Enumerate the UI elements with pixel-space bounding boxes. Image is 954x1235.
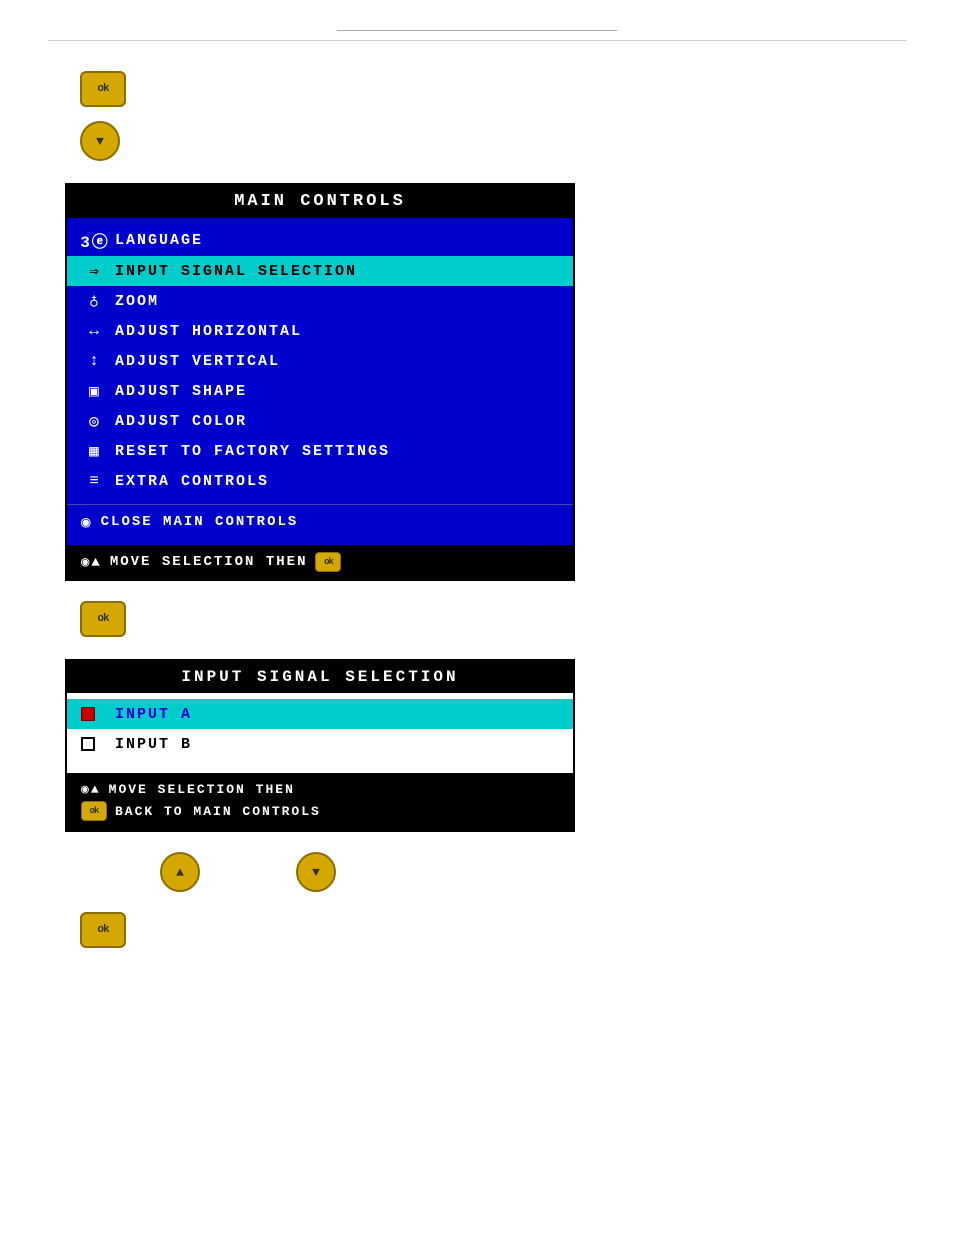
close-main-controls-row[interactable]: ◉ CLOSE MAIN CONTROLS bbox=[67, 504, 573, 539]
reset-label: RESET TO FACTORY SETTINGS bbox=[115, 443, 559, 460]
input-signal-label: INPUT SIGNAL SELECTION bbox=[115, 263, 559, 280]
menu-divider bbox=[67, 496, 573, 504]
menu-item-input-signal[interactable]: ⇒ INPUT SIGNAL SELECTION bbox=[67, 256, 573, 286]
outline-square-icon bbox=[81, 737, 95, 751]
submenu-spacer bbox=[67, 759, 573, 767]
language-icon: 3ⓔ bbox=[81, 228, 109, 252]
ok-button-2[interactable]: ok bbox=[80, 601, 126, 637]
submenu-footer-row1: ◉▲ MOVE SELECTION THEN bbox=[81, 780, 559, 799]
menu-item-reset[interactable]: ▦ RESET TO FACTORY SETTINGS bbox=[67, 436, 573, 466]
ok-button-1[interactable]: ok bbox=[80, 71, 126, 107]
adjust-h-icon: ↔ bbox=[81, 322, 109, 340]
footer-move-label: MOVE SELECTION THEN bbox=[110, 554, 308, 570]
menu-item-adjust-color[interactable]: ◎ ADJUST COLOR bbox=[67, 406, 573, 436]
input-a-label: INPUT A bbox=[115, 706, 192, 723]
submenu-footer-ok-icon: ok bbox=[81, 801, 107, 821]
zoom-icon: ♁ bbox=[81, 291, 109, 311]
red-square-icon bbox=[81, 707, 95, 721]
adjust-h-label: ADJUST HORIZONTAL bbox=[115, 323, 559, 340]
input-signal-icon: ⇒ bbox=[81, 261, 109, 281]
nav-icon-footer: ◉▲ bbox=[81, 554, 102, 571]
adjust-shape-label: ADJUST SHAPE bbox=[115, 383, 559, 400]
zoom-label: ZOOM bbox=[115, 293, 559, 310]
footer-ok-icon: ok bbox=[315, 552, 341, 572]
main-controls-title: MAIN CONTROLS bbox=[67, 185, 573, 218]
adjust-color-icon: ◎ bbox=[81, 411, 109, 431]
menu-item-adjust-shape[interactable]: ▣ ADJUST SHAPE bbox=[67, 376, 573, 406]
input-a-icon bbox=[81, 707, 107, 721]
up-arrow-button[interactable]: ▲ bbox=[160, 852, 200, 892]
submenu-items: INPUT A INPUT B bbox=[67, 693, 573, 773]
submenu-item-input-a[interactable]: INPUT A bbox=[67, 699, 573, 729]
extra-label: EXTRA CONTROLS bbox=[115, 473, 559, 490]
adjust-shape-icon: ▣ bbox=[81, 381, 109, 401]
submenu-footer-row2: ok BACK TO MAIN CONTROLS bbox=[81, 799, 559, 823]
menu-item-zoom[interactable]: ♁ ZOOM bbox=[67, 286, 573, 316]
main-controls-menu: MAIN CONTROLS 3ⓔ LANGUAGE ⇒ INPUT SIGNAL… bbox=[65, 183, 575, 581]
down-arrow-button-2[interactable]: ▼ bbox=[296, 852, 336, 892]
down-arrow-icon-1: ▼ bbox=[96, 134, 104, 149]
language-label: LANGUAGE bbox=[115, 232, 559, 249]
input-b-icon bbox=[81, 737, 107, 751]
top-decorative-line bbox=[0, 0, 954, 36]
ok-button-3[interactable]: ok bbox=[80, 912, 126, 948]
input-b-label: INPUT B bbox=[115, 736, 192, 753]
main-menu-items: 3ⓔ LANGUAGE ⇒ INPUT SIGNAL SELECTION ♁ Z… bbox=[67, 218, 573, 545]
menu-item-adjust-h[interactable]: ↔ ADJUST HORIZONTAL bbox=[67, 316, 573, 346]
reset-icon: ▦ bbox=[81, 441, 109, 461]
up-arrow-icon: ▲ bbox=[176, 865, 184, 880]
close-main-controls-label: CLOSE MAIN CONTROLS bbox=[101, 514, 299, 530]
adjust-v-label: ADJUST VERTICAL bbox=[115, 353, 559, 370]
submenu-footer: ◉▲ MOVE SELECTION THEN ok BACK TO MAIN C… bbox=[67, 773, 573, 830]
menu-item-extra[interactable]: ≡ EXTRA CONTROLS bbox=[67, 466, 573, 496]
input-signal-submenu-title: INPUT SIGNAL SELECTION bbox=[67, 661, 573, 693]
up-down-nav-row: ▲ ▼ bbox=[80, 852, 954, 900]
separator-line bbox=[48, 40, 907, 41]
input-signal-submenu: INPUT SIGNAL SELECTION INPUT A INPUT B ◉… bbox=[65, 659, 575, 832]
main-controls-footer: ◉▲ MOVE SELECTION THEN ok bbox=[67, 545, 573, 579]
menu-item-adjust-v[interactable]: ↕ ADJUST VERTICAL bbox=[67, 346, 573, 376]
close-icon: ◉ bbox=[81, 512, 93, 532]
extra-icon: ≡ bbox=[81, 472, 109, 490]
submenu-nav-icon: ◉▲ bbox=[81, 782, 101, 797]
adjust-color-label: ADJUST COLOR bbox=[115, 413, 559, 430]
down-arrow-icon-2: ▼ bbox=[312, 865, 320, 880]
adjust-v-icon: ↕ bbox=[81, 352, 109, 370]
menu-item-language[interactable]: 3ⓔ LANGUAGE bbox=[67, 224, 573, 256]
submenu-footer-back-label: BACK TO MAIN CONTROLS bbox=[115, 804, 321, 819]
submenu-footer-move-label: MOVE SELECTION THEN bbox=[109, 782, 295, 797]
down-arrow-button-1[interactable]: ▼ bbox=[80, 121, 120, 161]
submenu-item-input-b[interactable]: INPUT B bbox=[67, 729, 573, 759]
